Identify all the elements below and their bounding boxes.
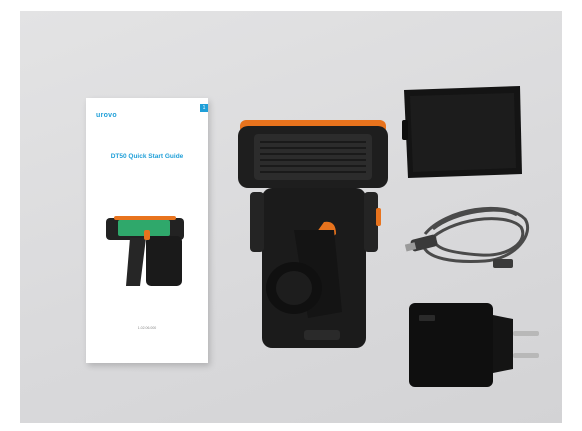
booklet-title: DT50 Quick Start Guide — [110, 153, 184, 160]
usb-cable-icon — [405, 206, 529, 268]
booklet-device-image — [106, 216, 184, 286]
booklet-code: 1.02.06.000 — [137, 326, 157, 330]
page-tab: 1 — [200, 104, 208, 112]
scanner-handle-icon — [238, 120, 388, 348]
charger-icon — [409, 303, 539, 387]
battery-icon — [402, 86, 522, 178]
product-photo: urovo 1 DT50 Quick Start Guide 1.02.06.0… — [20, 11, 562, 423]
brand-logo: urovo — [96, 112, 117, 119]
quick-start-guide-booklet: urovo 1 DT50 Quick Start Guide 1.02.06.0… — [86, 98, 208, 363]
